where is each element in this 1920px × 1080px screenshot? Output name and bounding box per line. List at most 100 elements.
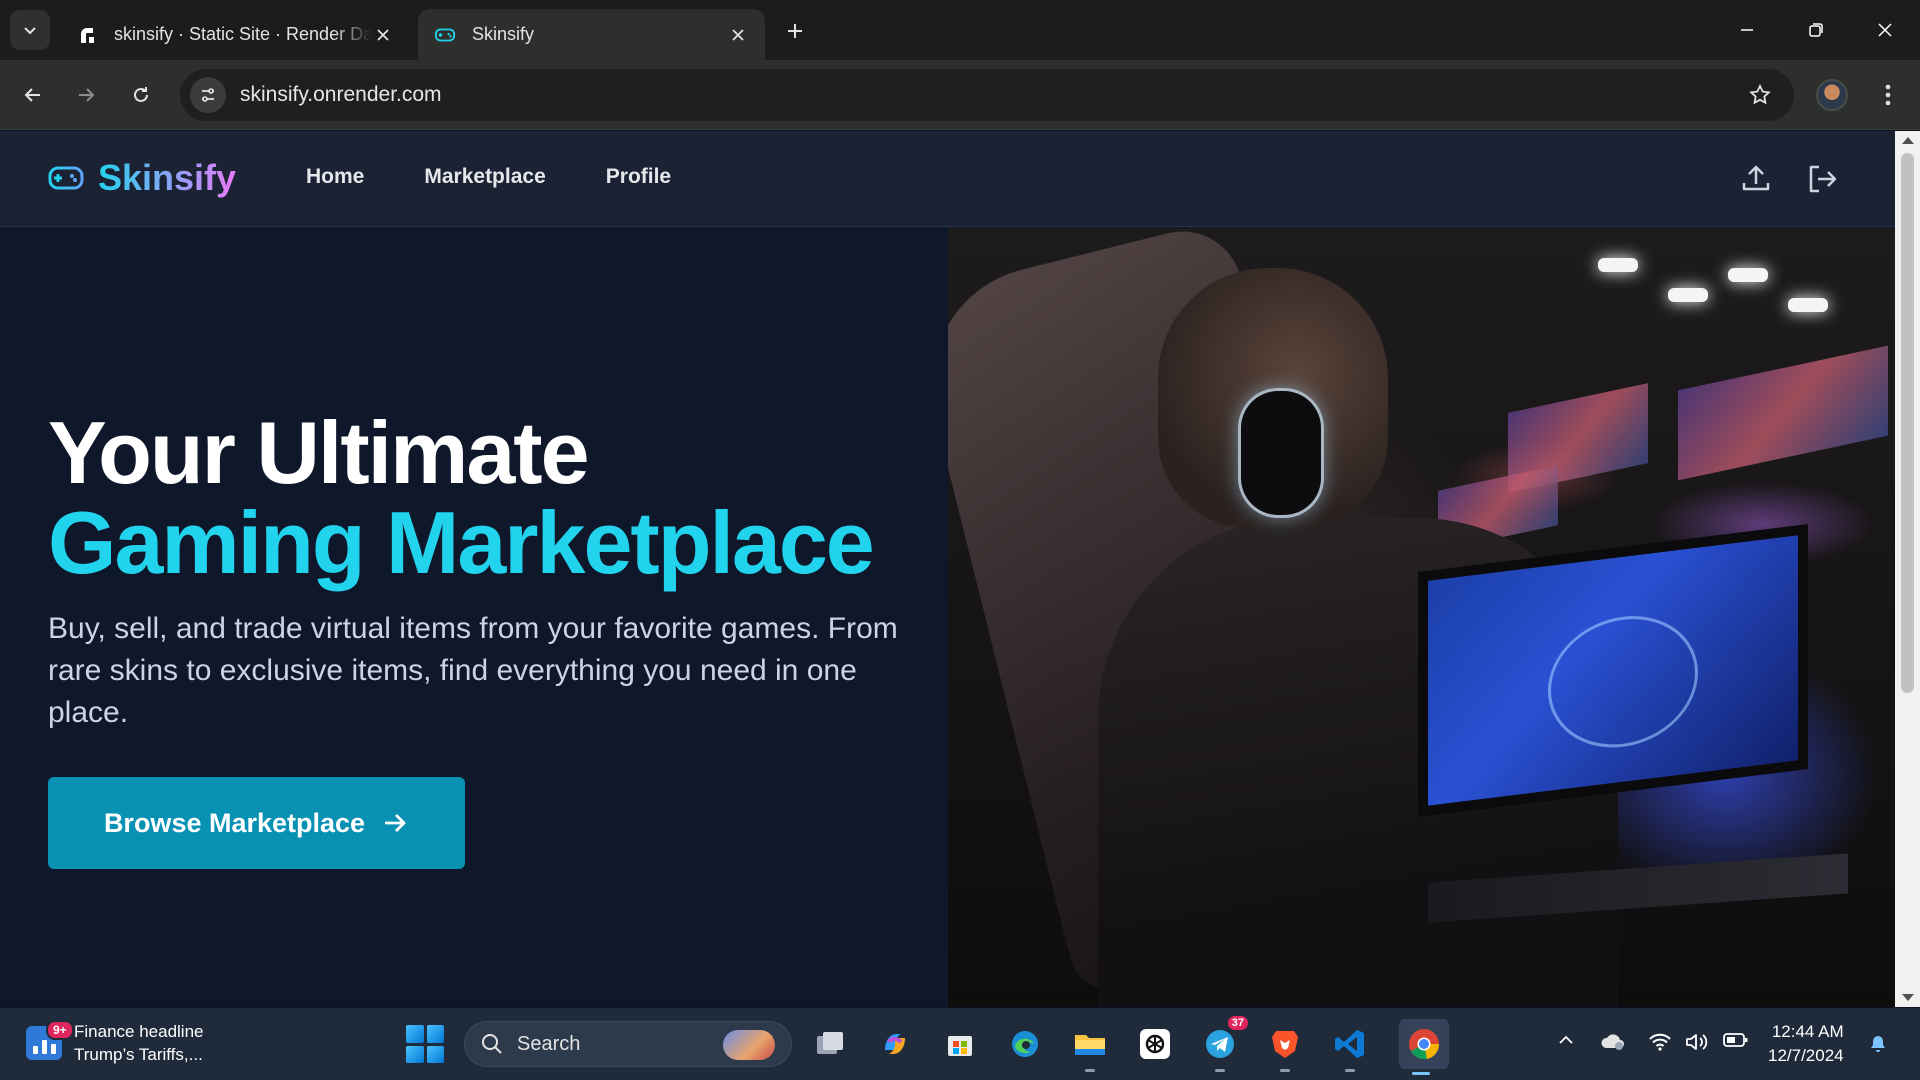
scroll-thumb[interactable] [1901,153,1914,693]
close-icon [1877,22,1893,38]
gamepad-icon [434,24,456,46]
edge-icon [1009,1028,1041,1060]
copilot-app[interactable] [873,1022,917,1066]
show-hidden-icons-button[interactable] [1554,1032,1578,1048]
task-view-icon [815,1030,845,1058]
arrow-left-icon [23,85,43,105]
upload-button[interactable] [1736,159,1776,199]
brave-app[interactable] [1263,1022,1307,1066]
reload-button[interactable] [122,76,160,114]
chevron-down-icon [22,22,38,38]
close-tab-icon[interactable] [372,24,394,46]
back-button[interactable] [14,76,52,114]
nav-home[interactable]: Home [306,165,364,189]
hero-title: Your Ultimate Gaming Marketplace [48,408,873,588]
hero-title-line1: Your Ultimate [48,408,873,498]
onedrive-tray[interactable] [1600,1032,1626,1052]
running-indicator [1215,1069,1225,1072]
gamepad-icon [48,163,84,193]
news-widget[interactable]: 9+ Finance headline Trump’s Tariffs,... [26,1020,203,1066]
nav-links: Home Marketplace Profile [306,165,671,189]
tab-skinsify[interactable]: Skinsify [418,9,765,60]
running-indicator [1085,1069,1095,1072]
cta-label: Browse Marketplace [104,808,365,839]
tab-title: Skinsify [472,24,727,45]
telegram-app[interactable]: 37 [1198,1022,1242,1066]
profile-avatar[interactable] [1816,79,1848,111]
windows-logo-tile [427,1025,445,1043]
microsoft-store-app[interactable] [938,1022,982,1066]
page-viewport: Skinsify Home Marketplace Profile Your U… [0,131,1895,1007]
search-icon [481,1033,503,1055]
bookmark-star-icon[interactable] [1748,83,1772,112]
chatgpt-app[interactable] [1133,1022,1177,1066]
speaker-icon [1685,1032,1709,1052]
windows-taskbar: 9+ Finance headline Trump’s Tariffs,... … [0,1008,1920,1080]
windows-logo-tile [406,1046,424,1064]
ceiling-light [1598,258,1638,272]
site-info-icon[interactable] [190,77,226,113]
news-subtitle: Trump’s Tariffs,... [74,1043,203,1066]
wifi-tray[interactable] [1648,1032,1672,1052]
browser-menu-button[interactable] [1874,80,1902,110]
restore-icon [1808,22,1824,38]
tab-title: skinsify · Static Site · Render Dashboar… [114,24,372,45]
cloud-icon [1600,1032,1626,1052]
browse-marketplace-button[interactable]: Browse Marketplace [48,777,465,869]
file-explorer-app[interactable] [1068,1022,1112,1066]
brave-lion-icon [1270,1028,1300,1060]
notifications-button[interactable] [1866,1032,1890,1054]
battery-icon [1723,1032,1749,1048]
game-monitor [1418,524,1808,817]
scroll-up-arrow[interactable] [1902,137,1914,144]
render-icon [76,24,98,46]
tab-search-button[interactable] [10,10,50,50]
chevron-up-icon [1558,1032,1574,1048]
wifi-icon [1648,1032,1672,1052]
logout-button[interactable] [1802,159,1842,199]
logout-icon [1806,163,1838,195]
vscode-icon [1334,1028,1366,1060]
scroll-down-arrow[interactable] [1902,994,1914,1001]
restore-button[interactable] [1792,10,1840,50]
battery-tray[interactable] [1723,1032,1749,1048]
forward-button[interactable] [67,76,105,114]
edge-app[interactable] [1003,1022,1047,1066]
news-badge: 9+ [46,1020,74,1040]
running-indicator [1412,1072,1430,1075]
search-label: Search [517,1033,580,1056]
new-tab-button[interactable] [780,16,810,46]
site-navbar: Skinsify Home Marketplace Profile [0,131,1895,227]
close-tab-icon[interactable] [727,24,749,46]
volume-tray[interactable] [1685,1032,1709,1052]
url-text: skinsify.onrender.com [240,83,442,107]
running-indicator [1345,1069,1355,1072]
nav-marketplace[interactable]: Marketplace [424,165,545,189]
page-scrollbar[interactable] [1895,131,1920,1007]
running-indicator [1280,1069,1290,1072]
vscode-app[interactable] [1328,1022,1372,1066]
hero-image [948,228,1895,1007]
telegram-badge: 37 [1228,1016,1248,1030]
arrow-right-icon [381,809,409,837]
task-view-button[interactable] [808,1022,852,1066]
clock-time: 12:44 AM [1768,1020,1844,1044]
brand-logo[interactable]: Skinsify [48,157,236,199]
stock-chart-icon: 9+ [26,1026,62,1060]
address-bar[interactable]: skinsify.onrender.com [180,69,1794,121]
browser-toolbar: skinsify.onrender.com [0,60,1920,130]
chrome-app[interactable] [1399,1019,1449,1069]
taskbar-search[interactable]: Search [464,1021,792,1067]
start-button[interactable] [406,1025,444,1063]
ceiling-light [1668,288,1708,302]
close-window-button[interactable] [1861,10,1909,50]
hero-title-line2: Gaming Marketplace [48,498,873,588]
folder-icon [1073,1029,1107,1059]
minimize-button[interactable] [1723,10,1771,50]
arrow-right-icon [76,85,96,105]
nav-profile[interactable]: Profile [606,165,671,189]
ceiling-light [1728,268,1768,282]
system-clock[interactable]: 12:44 AM 12/7/2024 [1768,1020,1844,1068]
tab-render-dashboard[interactable]: skinsify · Static Site · Render Dashboar… [60,9,410,60]
browser-tabstrip: skinsify · Static Site · Render Dashboar… [0,0,1920,60]
